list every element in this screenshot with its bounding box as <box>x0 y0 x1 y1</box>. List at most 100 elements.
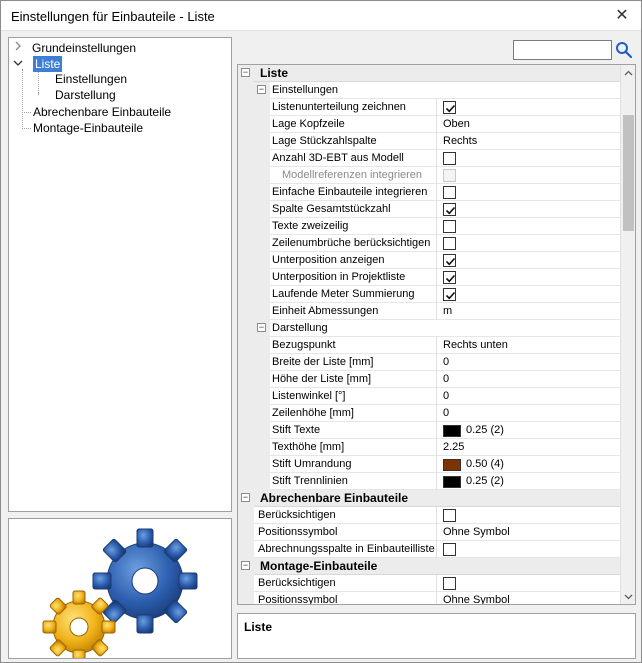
column-divider[interactable] <box>436 116 437 133</box>
checkbox[interactable] <box>443 577 456 590</box>
scroll-thumb[interactable] <box>623 115 634 231</box>
property-row-spalte-gesamtstückzahl[interactable]: Spalte Gesamtstückzahl <box>238 201 621 218</box>
column-divider[interactable] <box>436 218 437 235</box>
column-divider[interactable] <box>436 439 437 456</box>
column-divider[interactable] <box>436 235 437 252</box>
column-divider[interactable] <box>436 303 437 320</box>
property-value[interactable]: 0 <box>443 371 449 388</box>
property-value[interactable]: 0.25 (2) <box>466 473 504 490</box>
property-row-lage-stückzahlspalte[interactable]: Lage Stückzahlspalte Rechts <box>238 133 621 150</box>
property-row-listenunterteilung-zeichnen[interactable]: Listenunterteilung zeichnen <box>238 99 621 116</box>
checkbox[interactable] <box>443 186 456 199</box>
column-divider[interactable] <box>436 524 437 541</box>
column-divider[interactable] <box>436 99 437 116</box>
property-row-zeilenhöhe-mm[interactable]: Zeilenhöhe [mm] 0 <box>238 405 621 422</box>
search-input[interactable] <box>513 40 612 60</box>
column-divider[interactable] <box>436 456 437 473</box>
column-divider[interactable] <box>436 184 437 201</box>
category-abrechenbare-einbauteile[interactable]: − Abrechenbare Einbauteile <box>238 490 621 507</box>
property-row-stift-trennlinien[interactable]: Stift Trennlinien 0.25 (2) <box>238 473 621 490</box>
collapse-toggle-icon[interactable]: − <box>241 68 250 77</box>
property-row-stift-texte[interactable]: Stift Texte 0.25 (2) <box>238 422 621 439</box>
chevron-down-icon[interactable] <box>13 56 23 72</box>
column-divider[interactable] <box>436 575 437 592</box>
pen-color-swatch[interactable] <box>443 476 461 488</box>
tree-item-darstellung[interactable]: Darstellung <box>53 87 118 103</box>
column-divider[interactable] <box>436 371 437 388</box>
property-value[interactable]: 0 <box>443 354 449 371</box>
vertical-scrollbar[interactable] <box>620 65 635 604</box>
column-divider[interactable] <box>436 286 437 303</box>
checkbox[interactable] <box>443 203 456 216</box>
tree-item-abrechenbare-einbauteile[interactable]: Abrechenbare Einbauteile <box>31 104 173 120</box>
column-divider[interactable] <box>436 388 437 405</box>
property-value[interactable]: Rechts <box>443 133 477 150</box>
checkbox[interactable] <box>443 152 456 165</box>
checkbox[interactable] <box>443 288 456 301</box>
tree-item-montage-einbauteile[interactable]: Montage-Einbauteile <box>31 120 145 136</box>
property-row-laufende-meter-summierung[interactable]: Laufende Meter Summierung <box>238 286 621 303</box>
property-row-texthöhe-mm[interactable]: Texthöhe [mm] 2.25 <box>238 439 621 456</box>
column-divider[interactable] <box>436 592 437 604</box>
property-value[interactable]: 2.25 <box>443 439 464 456</box>
property-row-höhe-der-liste-mm[interactable]: Höhe der Liste [mm] 0 <box>238 371 621 388</box>
pen-color-swatch[interactable] <box>443 425 461 437</box>
property-row-texte-zweizeilig[interactable]: Texte zweizeilig <box>238 218 621 235</box>
property-row-berücksichtigen[interactable]: Berücksichtigen <box>238 507 621 524</box>
property-row-einheit-abmessungen[interactable]: Einheit Abmessungen m <box>238 303 621 320</box>
property-value[interactable]: m <box>443 303 452 320</box>
column-divider[interactable] <box>436 337 437 354</box>
column-divider[interactable] <box>436 150 437 167</box>
property-row-bezugspunkt[interactable]: Bezugspunkt Rechts unten <box>238 337 621 354</box>
checkbox[interactable] <box>443 509 456 522</box>
tree-item-einstellungen[interactable]: Einstellungen <box>53 71 129 87</box>
property-row-lage-kopfzeile[interactable]: Lage Kopfzeile Oben <box>238 116 621 133</box>
column-divider[interactable] <box>436 133 437 150</box>
checkbox[interactable] <box>443 220 456 233</box>
property-value[interactable]: 0 <box>443 405 449 422</box>
category-montage-einbauteile[interactable]: − Montage-Einbauteile <box>238 558 621 575</box>
column-divider[interactable] <box>436 541 437 558</box>
property-row-zeilenumbrüche-berücksichtigen[interactable]: Zeilenumbrüche berücksichtigen <box>238 235 621 252</box>
close-icon[interactable]: ✕ <box>611 5 633 27</box>
column-divider[interactable] <box>436 405 437 422</box>
property-value[interactable]: 0.25 (2) <box>466 422 504 439</box>
checkbox[interactable] <box>443 101 456 114</box>
column-divider[interactable] <box>436 252 437 269</box>
category-liste[interactable]: − Liste <box>238 65 621 82</box>
collapse-toggle-icon[interactable]: − <box>241 493 250 502</box>
subcategory-darstellung[interactable]: − Darstellung <box>238 320 621 337</box>
property-row-einfache-einbauteile-integrieren[interactable]: Einfache Einbauteile integrieren <box>238 184 621 201</box>
collapse-toggle-icon[interactable]: − <box>257 323 266 332</box>
property-row-anzahl-3d-ebt-aus-modell[interactable]: Anzahl 3D-EBT aus Modell <box>238 150 621 167</box>
checkbox[interactable] <box>443 237 456 250</box>
search-icon[interactable] <box>615 40 633 60</box>
property-row-positionssymbol[interactable]: Positionssymbol Ohne Symbol <box>238 592 621 604</box>
column-divider[interactable] <box>436 422 437 439</box>
property-row-stift-umrandung[interactable]: Stift Umrandung 0.50 (4) <box>238 456 621 473</box>
property-value[interactable]: 0.50 (4) <box>466 456 504 473</box>
chevron-right-icon[interactable] <box>13 40 23 56</box>
property-row-unterposition-anzeigen[interactable]: Unterposition anzeigen <box>238 252 621 269</box>
property-row-listenwinkel[interactable]: Listenwinkel [°] 0 <box>238 388 621 405</box>
property-value[interactable]: Oben <box>443 116 470 133</box>
subcategory-einstellungen[interactable]: − Einstellungen <box>238 82 621 99</box>
scroll-down-icon[interactable] <box>621 589 635 604</box>
collapse-toggle-icon[interactable]: − <box>241 561 250 570</box>
property-row-berücksichtigen[interactable]: Berücksichtigen <box>238 575 621 592</box>
property-value[interactable]: Ohne Symbol <box>443 524 510 541</box>
collapse-toggle-icon[interactable]: − <box>257 85 266 94</box>
property-row-modellreferenzen-integrieren[interactable]: Modellreferenzen integrieren <box>238 167 621 184</box>
column-divider[interactable] <box>436 354 437 371</box>
property-row-positionssymbol[interactable]: Positionssymbol Ohne Symbol <box>238 524 621 541</box>
property-row-abrechnungsspalte-in-einbauteilliste[interactable]: Abrechnungsspalte in Einbauteilliste <box>238 541 621 558</box>
column-divider[interactable] <box>436 167 437 184</box>
property-row-unterposition-in-projektliste[interactable]: Unterposition in Projektliste <box>238 269 621 286</box>
column-divider[interactable] <box>436 269 437 286</box>
checkbox[interactable] <box>443 543 456 556</box>
property-value[interactable]: 0 <box>443 388 449 405</box>
column-divider[interactable] <box>436 201 437 218</box>
checkbox[interactable] <box>443 271 456 284</box>
property-value[interactable]: Rechts unten <box>443 337 508 354</box>
property-value[interactable]: Ohne Symbol <box>443 592 510 604</box>
